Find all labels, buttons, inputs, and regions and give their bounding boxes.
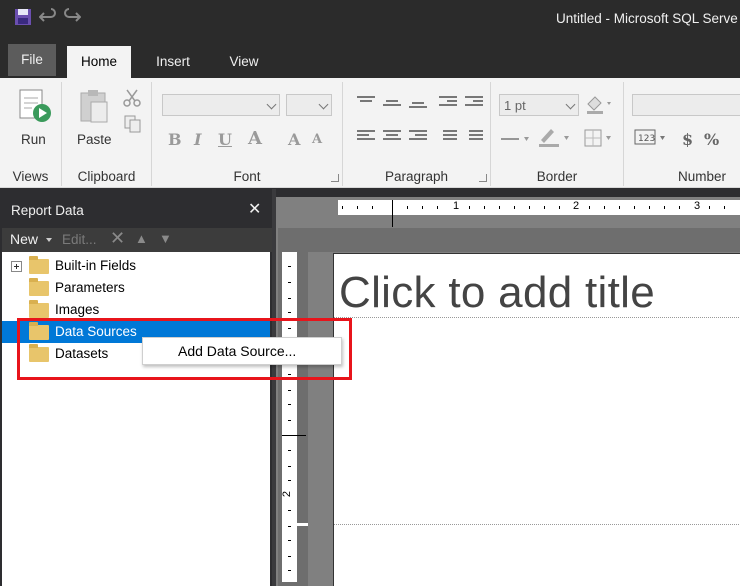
body-divider [334,317,740,318]
paste-icon[interactable] [78,88,112,124]
footer-divider [334,524,740,525]
paragraph-launcher-icon[interactable] [479,174,487,182]
font-size-combo[interactable] [286,94,332,116]
tab-view[interactable]: View [216,46,272,78]
edit-button[interactable]: Edit... [62,232,97,247]
ruler-margin-marker[interactable] [392,200,393,227]
number-group-label: Number [677,169,726,184]
align-right-icon[interactable] [409,130,427,144]
ruler-body-marker [282,435,306,436]
svg-text:123: 123 [638,134,655,144]
ruler-number: 3 [694,200,701,212]
number-list-icon[interactable] [465,130,483,144]
border-width-value: 1 pt [504,98,526,113]
ruler-number: 2 [281,490,294,498]
border-width-combo[interactable]: 1 pt [499,94,579,116]
report-page[interactable]: Click to add title [333,253,740,586]
align-center-icon[interactable] [383,130,401,144]
ruler-number: 2 [573,200,580,212]
paragraph-group-label: Paragraph [384,169,449,184]
tree-item-label: Images [55,302,100,317]
bold-icon[interactable]: B [168,130,182,149]
border-group: 1 pt Border [491,82,624,186]
expand-icon[interactable] [11,261,22,272]
folder-icon [29,300,49,318]
copy-icon[interactable] [124,115,142,133]
currency-icon[interactable]: $ [682,130,693,149]
tab-file[interactable]: File [8,44,56,76]
align-top-icon[interactable] [357,96,375,110]
italic-icon[interactable]: I [194,130,201,149]
cut-icon[interactable] [122,88,142,108]
percent-icon[interactable]: % [704,130,719,149]
align-middle-icon[interactable] [383,100,401,114]
views-group-label: Views [12,169,49,184]
tree-item-label: Built-in Fields [55,258,137,273]
views-group: Run Views [0,82,62,186]
ruler-number: 1 [453,200,460,212]
tree-item-label: Parameters [55,280,125,295]
new-dropdown-icon[interactable] [46,238,52,242]
page-margin-top [308,228,740,252]
vertical-ruler: 2 [281,252,297,582]
grow-font-icon[interactable]: A [288,130,300,149]
shrink-font-icon[interactable]: A [312,132,322,147]
tab-insert[interactable]: Insert [143,46,203,78]
report-data-panel: Report Data ✕ New Edit... ✕ ▲ ▼ Built-in… [0,189,272,586]
font-group-label: Font [233,169,261,184]
align-bottom-icon[interactable] [409,102,427,116]
move-down-icon[interactable]: ▼ [159,231,172,246]
run-icon[interactable] [18,88,52,124]
tab-home[interactable]: Home [67,46,131,78]
font-color-icon[interactable]: A [248,128,262,149]
decrease-indent-icon[interactable] [439,96,457,110]
number-format-combo[interactable] [632,94,740,116]
undo-icon[interactable] [39,8,57,26]
delete-icon[interactable]: ✕ [110,228,125,249]
title-bar: Untitled - Microsoft SQL Serve [0,0,740,40]
align-left-icon[interactable] [357,130,375,144]
font-launcher-icon[interactable] [331,174,339,182]
report-data-toolbar: New Edit... ✕ ▲ ▼ [2,228,272,252]
tree-item-parameters[interactable]: Parameters [2,277,270,299]
font-group: B I U A A A Font [152,82,343,186]
ribbon: Run Views Paste Clipboard B I U A A A Fo… [0,78,740,188]
tree-item-built-in-fields[interactable]: Built-in Fields [2,255,270,277]
highlight-box [17,318,352,380]
new-button[interactable]: New [10,231,38,247]
font-family-combo[interactable] [162,94,280,116]
clipboard-group-label: Clipboard [77,169,136,184]
underline-icon[interactable]: U [218,130,232,149]
bullet-list-icon[interactable] [439,130,457,144]
paragraph-group: Paragraph [343,82,491,186]
increase-indent-icon[interactable] [465,96,483,110]
border-style-icon[interactable] [499,132,531,146]
report-data-tree: Built-in Fields Parameters Images Data S… [2,252,270,586]
number-group: 123 $ % Number [624,82,740,186]
placeholder-styles-icon[interactable]: 123 [634,128,668,148]
window-title: Untitled - Microsoft SQL Serve [556,11,738,26]
run-button[interactable]: Run [21,132,46,147]
report-data-title: Report Data [11,203,84,218]
ruler-footer-marker [282,523,308,526]
move-up-icon[interactable]: ▲ [135,231,148,246]
horizontal-ruler: 1 2 3 [338,200,740,227]
folder-icon [29,256,49,274]
folder-icon [29,278,49,296]
close-icon[interactable]: ✕ [248,199,261,219]
title-placeholder[interactable]: Click to add title [339,268,655,318]
save-icon[interactable] [14,8,32,26]
fill-color-icon[interactable] [585,94,613,114]
paste-button[interactable]: Paste [77,132,112,147]
ribbon-tabs: File Home Insert View [0,40,740,78]
border-color-icon[interactable] [537,126,571,148]
redo-icon[interactable] [63,8,81,26]
clipboard-group: Paste Clipboard [62,82,152,186]
borders-icon[interactable] [583,128,615,148]
border-group-label: Border [536,169,578,184]
